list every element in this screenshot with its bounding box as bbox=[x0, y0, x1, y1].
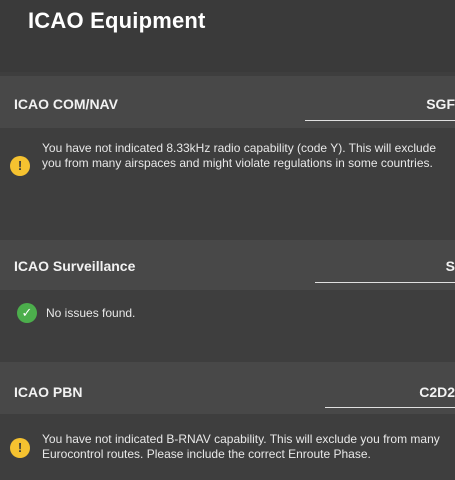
warning-icon: ! bbox=[10, 156, 30, 176]
surveillance-value[interactable]: S bbox=[446, 258, 455, 274]
pbn-message-section: ! You have not indicated B-RNAV capabili… bbox=[0, 414, 455, 480]
surveillance-message: No issues found. bbox=[46, 306, 136, 320]
surveillance-message-section: ✓ No issues found. bbox=[0, 290, 455, 346]
comnav-label: ICAO COM/NAV bbox=[14, 96, 118, 112]
pbn-label: ICAO PBN bbox=[14, 384, 83, 400]
warning-icon: ! bbox=[10, 438, 30, 458]
pbn-value[interactable]: C2D2 bbox=[419, 384, 455, 400]
comnav-message: You have not indicated 8.33kHz radio cap… bbox=[42, 141, 437, 170]
surveillance-label: ICAO Surveillance bbox=[14, 258, 136, 274]
page-header: ICAO Equipment bbox=[0, 0, 455, 72]
comnav-value[interactable]: SGF bbox=[426, 96, 455, 112]
surveillance-field[interactable]: ICAO Surveillance S bbox=[0, 240, 455, 290]
pbn-message: You have not indicated B-RNAV capability… bbox=[42, 432, 440, 461]
pbn-underline bbox=[325, 407, 455, 408]
comnav-underline bbox=[305, 120, 455, 121]
surveillance-underline bbox=[315, 282, 455, 283]
comnav-message-section: ! You have not indicated 8.33kHz radio c… bbox=[0, 128, 455, 236]
check-circle-icon: ✓ bbox=[17, 303, 37, 323]
comnav-field[interactable]: ICAO COM/NAV SGF bbox=[0, 76, 455, 128]
pbn-field[interactable]: ICAO PBN C2D2 bbox=[0, 362, 455, 414]
page-title: ICAO Equipment bbox=[28, 8, 206, 33]
